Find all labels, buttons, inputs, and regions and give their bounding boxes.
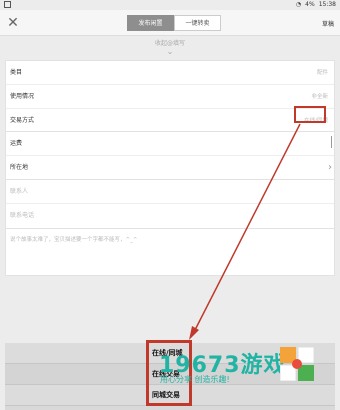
option-local[interactable]: 同城交易 (152, 390, 180, 400)
watermark-subtitle: 用心分享 创造乐趣! (160, 375, 230, 384)
watermark-logo-icon (280, 347, 314, 381)
